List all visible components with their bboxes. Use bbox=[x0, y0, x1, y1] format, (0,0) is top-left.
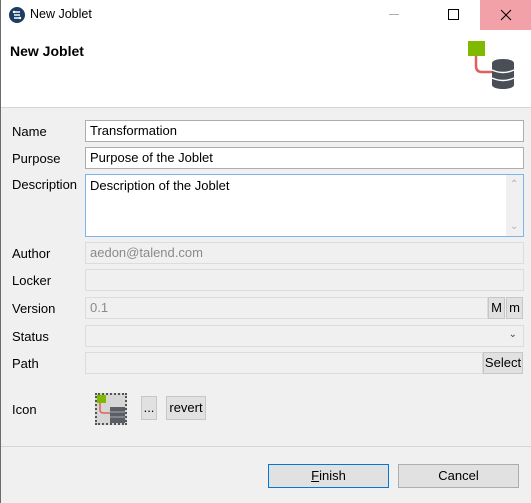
minimize-button[interactable] bbox=[371, 0, 417, 30]
description-scrollbar[interactable]: ⌃ ⌄ bbox=[506, 175, 523, 236]
scroll-down-icon[interactable]: ⌄ bbox=[510, 221, 518, 232]
version-input: 0.1 bbox=[85, 297, 488, 319]
joblet-icon-preview bbox=[95, 393, 127, 425]
chevron-down-icon[interactable]: ⌄ bbox=[509, 329, 517, 340]
minimize-icon bbox=[389, 14, 399, 15]
app-icon bbox=[9, 7, 25, 23]
locker-label: Locker bbox=[12, 273, 52, 288]
purpose-input[interactable]: Purpose of the Joblet bbox=[85, 147, 524, 169]
scroll-up-icon[interactable]: ⌃ bbox=[510, 179, 518, 190]
joblet-icon bbox=[468, 41, 515, 89]
window-title: New Joblet bbox=[30, 7, 92, 21]
locker-input bbox=[85, 269, 524, 291]
description-text: Description of the Joblet bbox=[90, 178, 230, 193]
description-textarea[interactable]: Description of the Joblet ⌃ ⌄ bbox=[85, 174, 524, 237]
new-joblet-dialog: New Joblet New Joblet Name Transformatio… bbox=[0, 0, 531, 503]
version-major-button[interactable]: M bbox=[488, 297, 505, 319]
finish-button[interactable]: Finish bbox=[268, 464, 389, 488]
browse-icon-button[interactable]: ... bbox=[141, 396, 157, 420]
cancel-button[interactable]: Cancel bbox=[398, 464, 519, 488]
maximize-icon bbox=[448, 9, 459, 20]
version-minor-button[interactable]: m bbox=[506, 297, 523, 319]
description-label: Description bbox=[12, 177, 78, 192]
close-icon bbox=[500, 9, 512, 21]
path-label: Path bbox=[12, 356, 39, 371]
name-label: Name bbox=[12, 124, 47, 139]
finish-label: inish bbox=[319, 468, 346, 483]
footer-divider bbox=[1, 446, 531, 447]
maximize-button[interactable] bbox=[429, 0, 475, 30]
name-input[interactable]: Transformation bbox=[85, 120, 524, 142]
title-bar: New Joblet bbox=[1, 0, 531, 30]
icon-label: Icon bbox=[12, 402, 37, 417]
author-input: aedon@talend.com bbox=[85, 242, 524, 264]
purpose-label: Purpose bbox=[12, 151, 61, 166]
path-input bbox=[85, 352, 483, 374]
close-button[interactable] bbox=[480, 0, 531, 30]
version-label: Version bbox=[12, 301, 56, 316]
status-label: Status bbox=[12, 329, 49, 344]
wizard-header: New Joblet bbox=[1, 30, 531, 108]
status-combo[interactable]: ⌄ bbox=[85, 325, 524, 347]
finish-mnemonic: F bbox=[311, 468, 320, 483]
page-title: New Joblet bbox=[10, 43, 84, 59]
revert-icon-button[interactable]: revert bbox=[166, 396, 206, 420]
author-label: Author bbox=[12, 246, 51, 261]
path-select-button[interactable]: Select bbox=[483, 352, 523, 374]
